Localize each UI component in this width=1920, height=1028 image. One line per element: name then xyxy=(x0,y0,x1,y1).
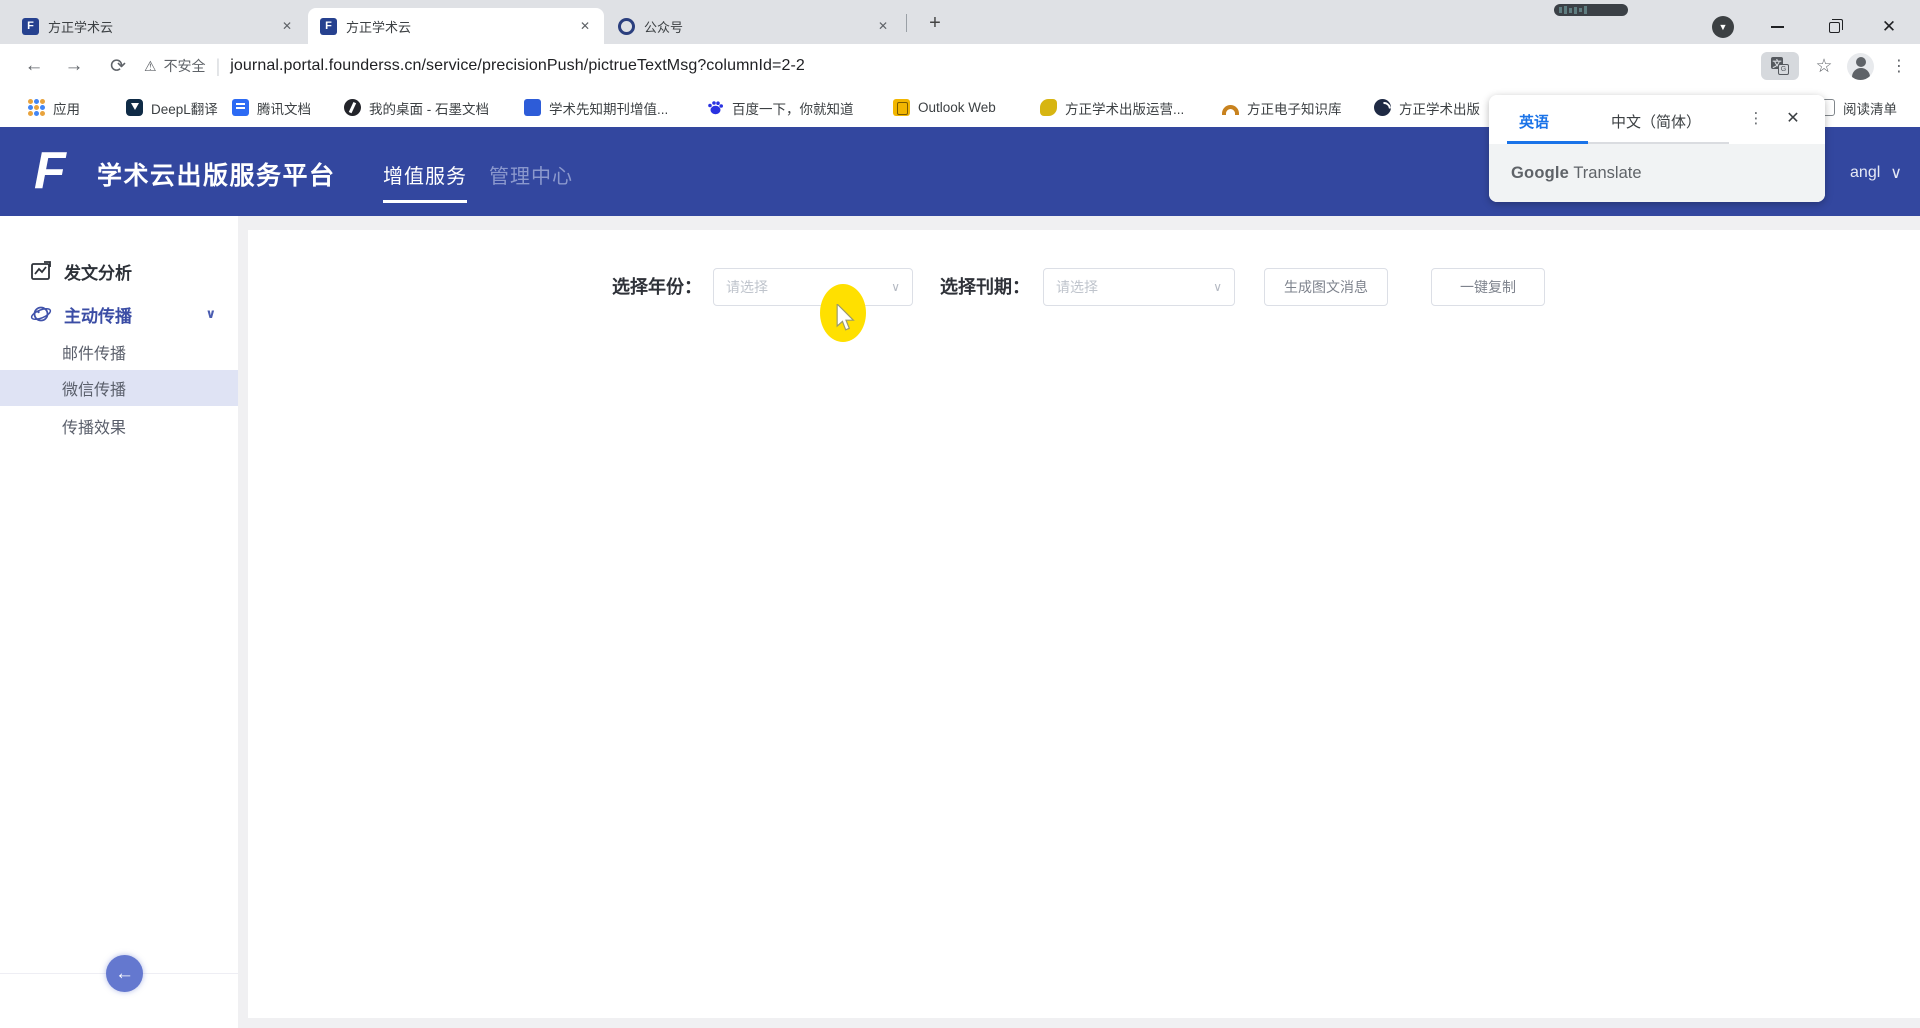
sidebar-item-dissemination-effect[interactable]: 传播效果 xyxy=(0,408,238,444)
bookmark-founder-ops[interactable]: 方正学术出版运营... xyxy=(1040,88,1184,127)
security-label: 不安全 xyxy=(164,56,206,76)
globe-icon xyxy=(1374,99,1391,116)
tab-close-icon[interactable]: ✕ xyxy=(874,17,892,35)
bookmark-deepl[interactable]: DeepL翻译 xyxy=(126,88,218,127)
window-close-button[interactable]: ✕ xyxy=(1874,13,1904,41)
tab-close-icon[interactable]: ✕ xyxy=(278,17,296,35)
planet-icon xyxy=(30,303,52,325)
shimo-icon xyxy=(344,99,361,116)
year-select-value: 请选择 xyxy=(726,277,891,297)
deepl-icon xyxy=(126,99,143,116)
tab-separator xyxy=(906,14,907,32)
issue-select[interactable]: 请选择 ∨ xyxy=(1043,268,1235,306)
tab-title: 方正学术云 xyxy=(48,17,238,36)
translate-close-icon[interactable]: ✕ xyxy=(1781,108,1805,128)
year-label: 选择年份： xyxy=(612,268,702,306)
tab-founder-2-active[interactable]: F 方正学术云 ✕ xyxy=(308,8,604,44)
url-text[interactable]: journal.portal.founderss.cn/service/prec… xyxy=(230,57,805,75)
bookmark-founder-kb[interactable]: 方正电子知识库 xyxy=(1222,88,1342,127)
founder-favicon: F xyxy=(320,18,337,35)
bookmark-baidu[interactable]: 百度一下，你就知道 xyxy=(707,88,854,127)
founder-logo: F xyxy=(34,145,66,197)
tab-close-icon[interactable]: ✕ xyxy=(576,17,594,35)
omnibox-divider: | xyxy=(216,56,221,77)
browser-menu-icon[interactable]: ⋮ xyxy=(1884,56,1914,76)
chevron-down-icon: ∨ xyxy=(891,280,900,294)
bookmark-shimo[interactable]: 我的桌面 - 石墨文档 xyxy=(344,88,489,127)
chevron-down-icon: ∨ xyxy=(1213,280,1222,294)
apps-grid-icon xyxy=(28,99,45,116)
tab-founder-1[interactable]: F 方正学术云 ✕ xyxy=(10,8,306,44)
app-title: 学术云出版服务平台 xyxy=(97,156,336,192)
translate-options-icon[interactable]: ⋮ xyxy=(1745,109,1767,127)
translate-wordmark: Translate xyxy=(1569,164,1641,182)
translate-brand-row: Google Translate xyxy=(1489,144,1825,202)
forward-icon[interactable]: → xyxy=(56,44,92,88)
nav-value-added-services[interactable]: 增值服务 xyxy=(383,160,467,189)
issue-select-value: 请选择 xyxy=(1056,277,1213,297)
leaf-icon xyxy=(1040,99,1057,116)
window-restore-button[interactable] xyxy=(1819,13,1849,41)
tab-title: 方正学术云 xyxy=(346,17,536,36)
sidebar-item-email-dissemination[interactable]: 邮件传播 xyxy=(0,334,238,370)
bookmark-founder-pub[interactable]: 方正学术出版 xyxy=(1374,88,1480,127)
bookmark-journal-value[interactable]: 学术先知期刊增值... xyxy=(524,88,668,127)
user-menu[interactable]: angl ∨ xyxy=(1850,163,1902,183)
tab-official-account[interactable]: 公众号 ✕ xyxy=(606,8,902,44)
new-tab-button[interactable]: + xyxy=(922,10,948,36)
address-bar: ← → ⟳ ⚠ 不安全 | journal.portal.founderss.c… xyxy=(0,44,1920,88)
address-bar-actions: 文G ☆ ⋮ xyxy=(1761,44,1920,88)
browser-tab-bar: F 方正学术云 ✕ F 方正学术云 ✕ 公众号 ✕ + ▼ ✕ xyxy=(0,0,1920,44)
translate-tabs: 英语 中文（简体） ⋮ ✕ xyxy=(1489,95,1825,144)
translate-tab-chinese[interactable]: 中文（简体） xyxy=(1611,111,1701,132)
chevron-down-icon: ∨ xyxy=(1890,163,1902,183)
copy-button[interactable]: 一键复制 xyxy=(1431,268,1545,306)
google-translate-popup: 英语 中文（简体） ⋮ ✕ Google Translate xyxy=(1489,95,1825,202)
bookmark-apps[interactable]: 应用 xyxy=(28,88,80,127)
sidebar: 发文分析 主动传播 ∨ 邮件传播 微信传播 传播效果 ← xyxy=(0,216,238,1028)
back-icon[interactable]: ← xyxy=(16,44,52,88)
sidebar-item-wechat-dissemination[interactable]: 微信传播 xyxy=(0,370,238,406)
chart-icon xyxy=(30,260,52,282)
username: angl xyxy=(1850,164,1880,182)
bookmark-star-icon[interactable]: ☆ xyxy=(1807,55,1841,78)
year-select[interactable]: 请选择 ∨ xyxy=(713,268,913,306)
recording-indicator xyxy=(1554,4,1628,16)
generate-message-button[interactable]: 生成图文消息 xyxy=(1264,268,1388,306)
filter-row: 选择年份： 请选择 ∨ 选择刊期： 请选择 ∨ 生成图文消息 一键复制 xyxy=(248,268,1920,306)
sidebar-item-publication-analysis[interactable]: 发文分析 xyxy=(0,253,238,289)
content-panel: 选择年份： 请选择 ∨ 选择刊期： 请选择 ∨ 生成图文消息 一键复制 xyxy=(248,230,1920,1018)
screen: F 方正学术云 ✕ F 方正学术云 ✕ 公众号 ✕ + ▼ ✕ ← → ⟳ ⚠ … xyxy=(0,0,1920,1028)
google-wordmark: Google xyxy=(1511,164,1569,182)
tencent-docs-icon xyxy=(232,99,249,116)
translate-tab-english[interactable]: 英语 xyxy=(1519,111,1549,132)
chevron-down-icon: ∨ xyxy=(205,306,216,322)
media-chevron-icon[interactable]: ▼ xyxy=(1712,16,1734,38)
sidebar-item-active-dissemination[interactable]: 主动传播 ∨ xyxy=(0,296,238,332)
baidu-paw-icon xyxy=(707,99,724,116)
collapse-back-button[interactable]: ← xyxy=(106,955,143,992)
swirl-favicon xyxy=(618,18,635,35)
issue-label: 选择刊期： xyxy=(940,268,1030,306)
reading-list-button[interactable]: 阅读清单 xyxy=(1818,88,1897,127)
profile-avatar[interactable] xyxy=(1847,53,1874,80)
translate-icon[interactable]: 文G xyxy=(1761,52,1799,80)
mouse-cursor xyxy=(836,304,856,332)
founder-favicon: F xyxy=(22,18,39,35)
warning-icon: ⚠ xyxy=(144,58,157,75)
arch-icon xyxy=(1222,105,1239,115)
outlook-icon xyxy=(893,99,910,116)
blue-square-icon xyxy=(524,99,541,116)
window-minimize-button[interactable] xyxy=(1762,13,1792,41)
reload-icon[interactable]: ⟳ xyxy=(100,44,136,88)
bookmark-tencent-docs[interactable]: 腾讯文档 xyxy=(232,88,311,127)
tab-title: 公众号 xyxy=(644,17,834,36)
nav-management-center[interactable]: 管理中心 xyxy=(489,160,573,189)
bookmark-outlook[interactable]: Outlook Web xyxy=(893,88,996,127)
omnibox[interactable]: ⚠ 不安全 | journal.portal.founderss.cn/serv… xyxy=(144,44,805,88)
